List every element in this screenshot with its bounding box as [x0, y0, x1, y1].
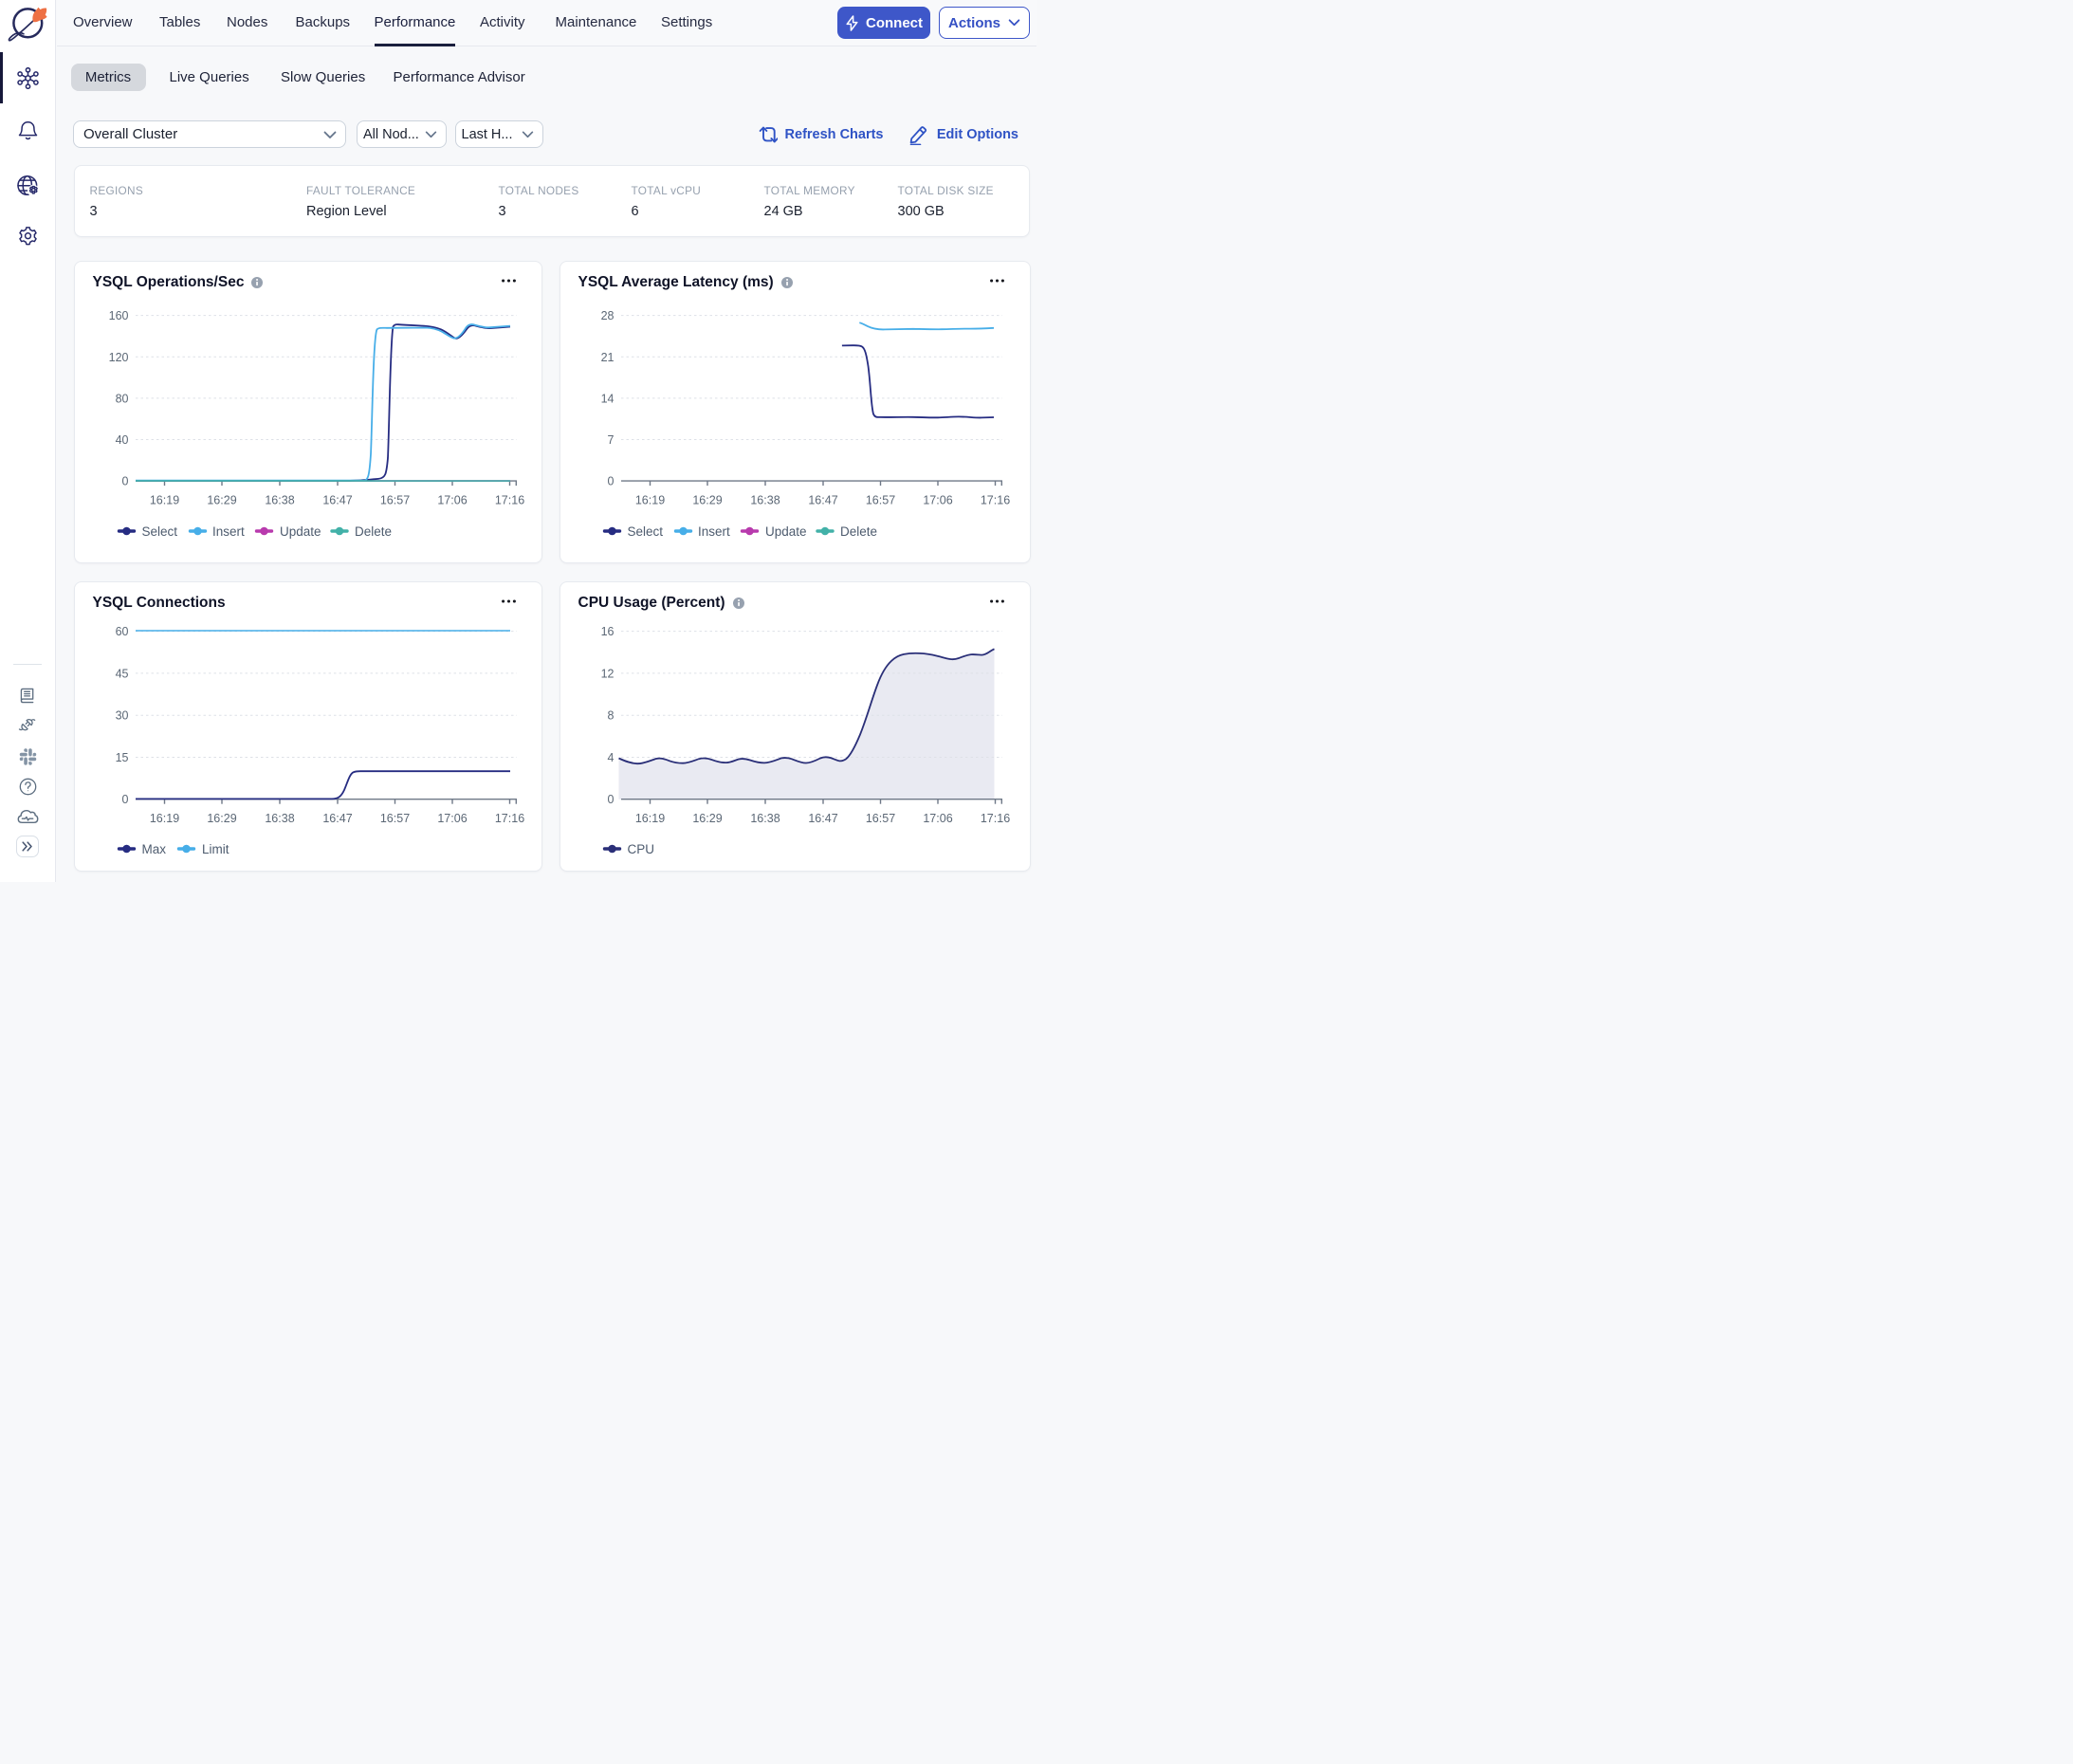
- svg-text:16:47: 16:47: [322, 494, 352, 507]
- svg-text:40: 40: [115, 433, 128, 447]
- svg-text:17:16: 17:16: [980, 812, 1009, 825]
- svg-text:16:38: 16:38: [750, 494, 780, 507]
- svg-text:16:57: 16:57: [865, 494, 894, 507]
- svg-text:17:06: 17:06: [437, 494, 467, 507]
- svg-text:7: 7: [607, 433, 614, 447]
- svg-text:16: 16: [600, 625, 614, 638]
- svg-text:16:57: 16:57: [379, 494, 409, 507]
- svg-text:17:06: 17:06: [923, 494, 952, 507]
- svg-text:Update: Update: [280, 524, 321, 539]
- svg-text:8: 8: [607, 709, 614, 723]
- svg-text:Select: Select: [627, 524, 663, 539]
- svg-text:12: 12: [600, 667, 614, 680]
- svg-text:21: 21: [600, 351, 614, 364]
- svg-text:120: 120: [108, 351, 128, 364]
- svg-text:16:29: 16:29: [207, 812, 236, 825]
- svg-text:17:16: 17:16: [494, 812, 523, 825]
- svg-text:16:29: 16:29: [207, 494, 236, 507]
- svg-text:Update: Update: [765, 524, 807, 539]
- svg-text:17:16: 17:16: [980, 494, 1009, 507]
- svg-text:16:19: 16:19: [149, 812, 178, 825]
- svg-text:60: 60: [115, 625, 128, 638]
- svg-text:Insert: Insert: [212, 524, 245, 539]
- svg-text:Delete: Delete: [840, 524, 877, 539]
- svg-text:0: 0: [607, 793, 614, 806]
- svg-text:14: 14: [600, 392, 614, 405]
- svg-text:16:19: 16:19: [634, 812, 664, 825]
- svg-text:0: 0: [607, 475, 614, 488]
- svg-text:CPU: CPU: [627, 842, 654, 856]
- svg-text:Delete: Delete: [355, 524, 392, 539]
- svg-text:16:38: 16:38: [265, 812, 294, 825]
- svg-text:80: 80: [115, 392, 128, 405]
- svg-text:16:47: 16:47: [808, 494, 837, 507]
- svg-text:16:57: 16:57: [865, 812, 894, 825]
- svg-text:15: 15: [115, 751, 128, 764]
- svg-text:16:29: 16:29: [692, 494, 722, 507]
- svg-text:4: 4: [607, 751, 614, 764]
- svg-text:Max: Max: [141, 842, 166, 856]
- svg-text:28: 28: [600, 309, 614, 322]
- svg-text:16:47: 16:47: [322, 812, 352, 825]
- svg-text:Insert: Insert: [698, 524, 730, 539]
- svg-text:16:19: 16:19: [634, 494, 664, 507]
- svg-text:30: 30: [115, 709, 128, 723]
- svg-text:Limit: Limit: [202, 842, 229, 856]
- svg-text:16:19: 16:19: [149, 494, 178, 507]
- svg-text:17:06: 17:06: [437, 812, 467, 825]
- svg-text:17:16: 17:16: [494, 494, 523, 507]
- svg-text:16:29: 16:29: [692, 812, 722, 825]
- svg-text:0: 0: [121, 475, 128, 488]
- svg-text:45: 45: [115, 667, 128, 680]
- svg-text:16:57: 16:57: [379, 812, 409, 825]
- svg-text:16:38: 16:38: [750, 812, 780, 825]
- svg-text:160: 160: [108, 309, 128, 322]
- svg-text:16:38: 16:38: [265, 494, 294, 507]
- svg-text:Select: Select: [141, 524, 177, 539]
- svg-text:17:06: 17:06: [923, 812, 952, 825]
- svg-text:0: 0: [121, 793, 128, 806]
- svg-text:16:47: 16:47: [808, 812, 837, 825]
